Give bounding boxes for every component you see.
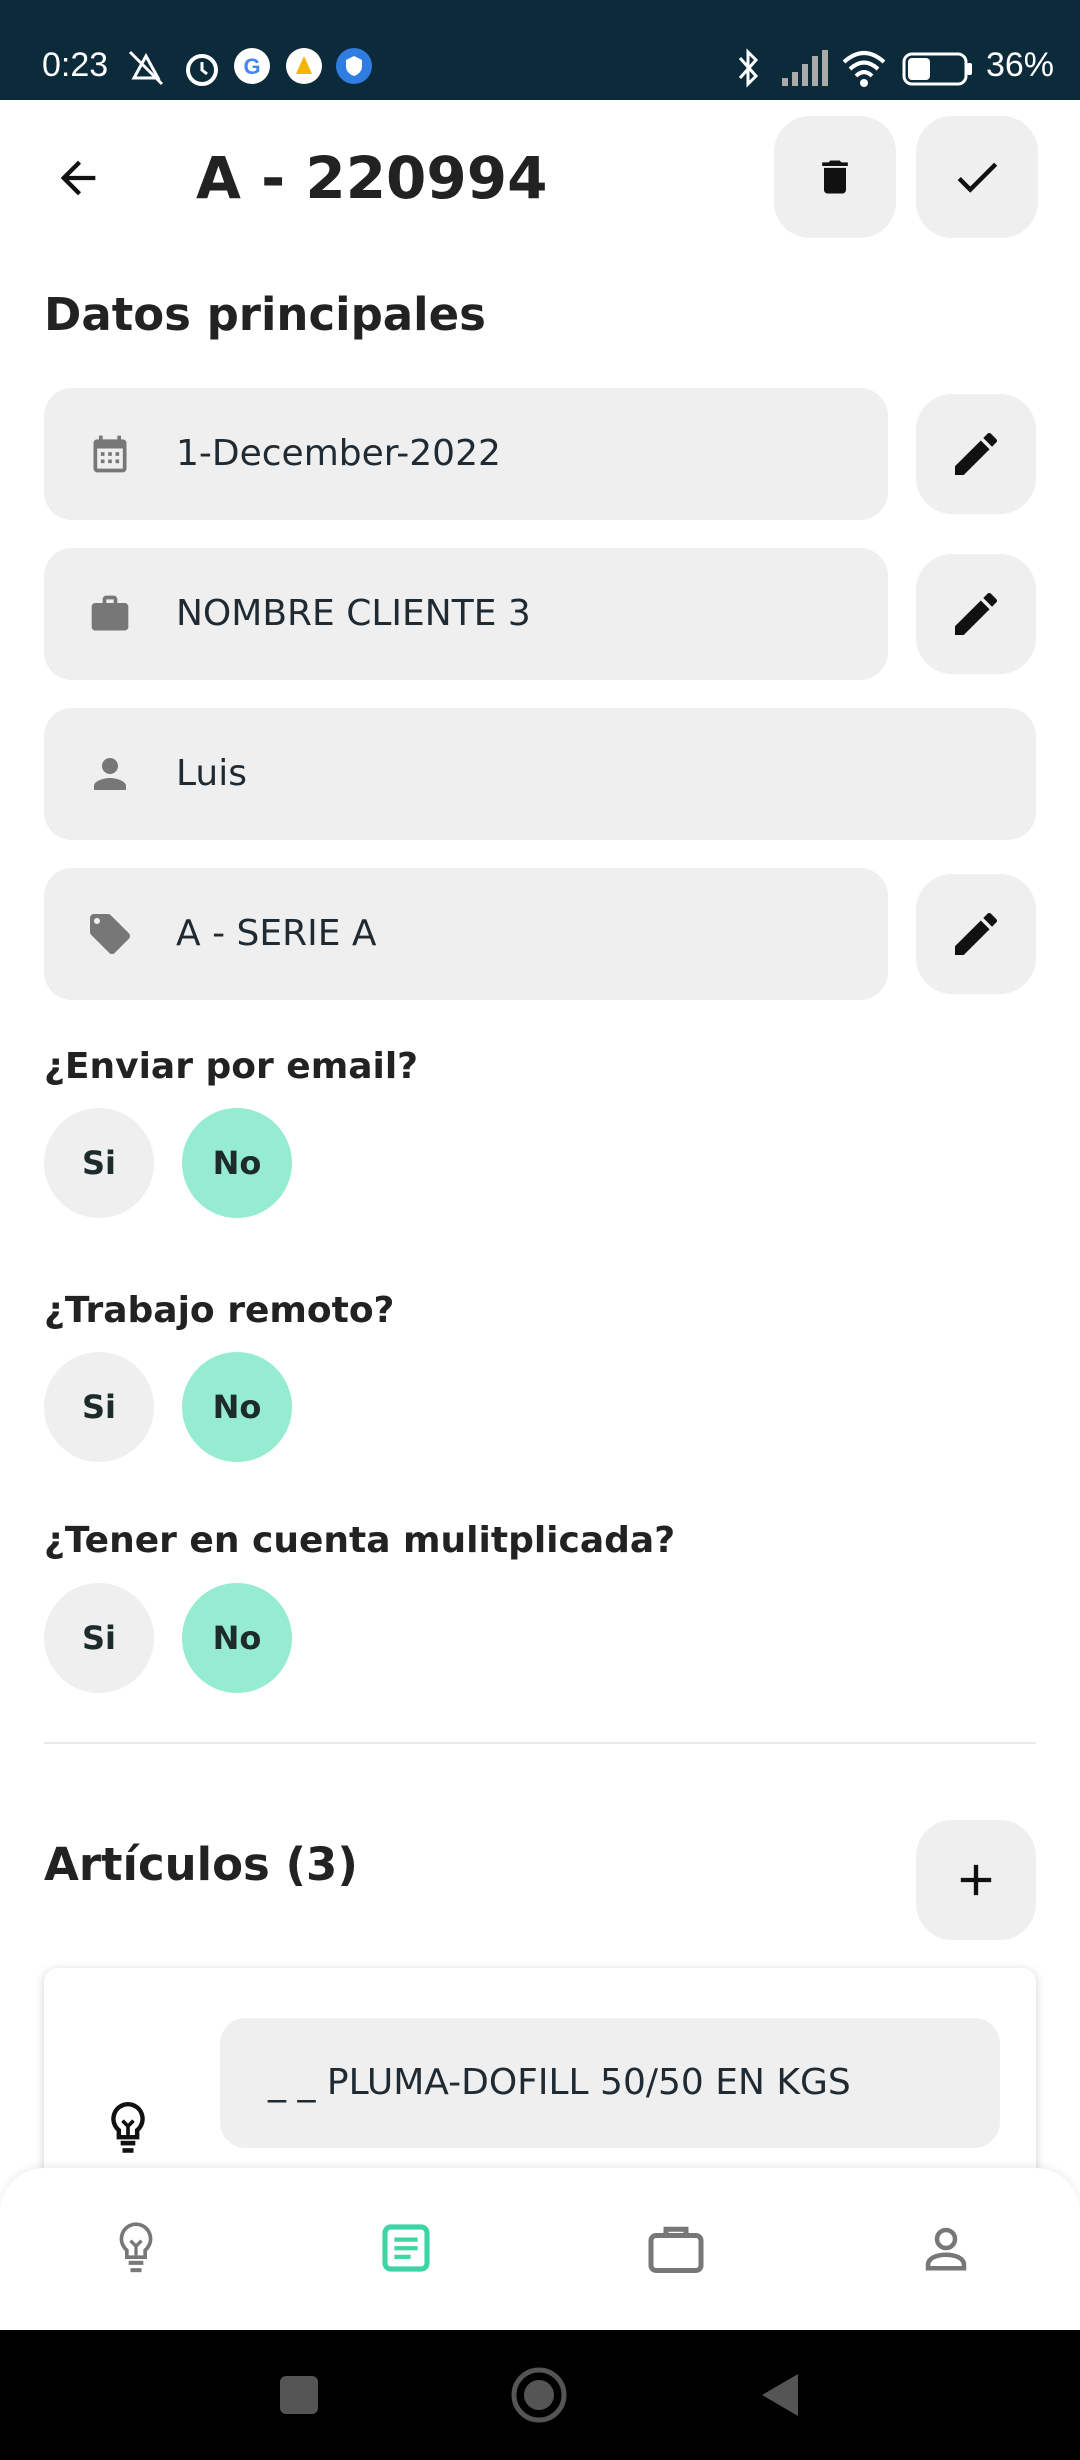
- remote-yes-button[interactable]: Si: [44, 1352, 154, 1462]
- client-field[interactable]: NOMBRE CLIENTE 3: [44, 548, 888, 680]
- date-field[interactable]: 1-December-2022: [44, 388, 888, 520]
- edit-client-button[interactable]: [916, 554, 1036, 674]
- svg-text:G: G: [243, 54, 260, 79]
- plus-icon: [960, 1864, 992, 1896]
- series-field[interactable]: A - SERIE A: [44, 868, 888, 1000]
- recents-icon[interactable]: [278, 2374, 320, 2416]
- question-multiplied-label: ¿Tener en cuenta mulitplicada?: [44, 1520, 676, 1561]
- app-notification-icon: [286, 48, 322, 84]
- back-nav-icon[interactable]: [758, 2370, 802, 2420]
- trash-icon: [822, 160, 848, 194]
- multiplied-no-button[interactable]: No: [182, 1583, 292, 1693]
- bottom-navigation: [0, 2168, 1080, 2330]
- briefcase-icon: [86, 590, 134, 638]
- briefcase-icon: [648, 2226, 704, 2273]
- confirm-button[interactable]: [916, 116, 1038, 238]
- question-remote-label: ¿Trabajo remoto?: [44, 1290, 395, 1331]
- email-no-button[interactable]: No: [182, 1108, 292, 1218]
- shield-app-icon: [336, 48, 372, 84]
- arrow-left-icon: [60, 160, 96, 196]
- system-navigation-bar: [0, 2330, 1080, 2460]
- nav-documents[interactable]: [366, 2208, 446, 2288]
- lightbulb-icon: [111, 2101, 145, 2153]
- nav-ideas[interactable]: [96, 2208, 176, 2288]
- edit-series-button[interactable]: [916, 874, 1036, 994]
- status-bar: 0:23 G 36%: [0, 0, 1080, 100]
- calendar-icon: [86, 430, 134, 478]
- main-data-title: Datos principales: [44, 288, 486, 341]
- document-list-icon: [382, 2224, 430, 2272]
- check-icon: [957, 162, 998, 193]
- status-time: 0:23: [42, 46, 109, 84]
- multiplied-yes-button[interactable]: Si: [44, 1583, 154, 1693]
- edit-date-button[interactable]: [916, 394, 1036, 514]
- delete-button[interactable]: [774, 116, 896, 238]
- bluetooth-icon: [738, 48, 759, 88]
- person-icon: [925, 2227, 967, 2271]
- user-value: Luis: [176, 753, 247, 794]
- nav-profile[interactable]: [906, 2208, 986, 2288]
- user-field: Luis: [44, 708, 1036, 840]
- email-yes-button[interactable]: Si: [44, 1108, 154, 1218]
- pencil-icon: [955, 432, 998, 475]
- google-icon: G: [234, 48, 270, 84]
- series-value: A - SERIE A: [176, 913, 377, 954]
- battery-percentage: 36%: [985, 46, 1054, 84]
- back-button[interactable]: [40, 140, 116, 216]
- mute-vibrate-icon: [128, 50, 164, 86]
- pencil-icon: [955, 592, 998, 635]
- pencil-icon: [955, 912, 998, 955]
- add-article-button[interactable]: [916, 1820, 1036, 1940]
- signal-icon: [782, 50, 828, 86]
- date-value: 1-December-2022: [176, 433, 501, 474]
- person-icon: [86, 750, 134, 798]
- nav-jobs[interactable]: [636, 2208, 716, 2288]
- tag-icon: [86, 910, 134, 958]
- question-email-label: ¿Enviar por email?: [44, 1046, 419, 1087]
- article-name[interactable]: _ _ PLUMA-DOFILL 50/50 EN KGS: [220, 2018, 1000, 2148]
- wifi-icon: [842, 51, 886, 87]
- articles-title: Artículos (3): [44, 1838, 358, 1891]
- divider: [44, 1742, 1036, 1744]
- client-value: NOMBRE CLIENTE 3: [176, 593, 531, 634]
- remote-no-button[interactable]: No: [182, 1352, 292, 1462]
- page-title: A - 220994: [196, 144, 548, 212]
- alarm-icon: [186, 54, 218, 86]
- lightbulb-icon: [119, 2222, 153, 2273]
- battery-icon: [902, 52, 972, 86]
- home-icon[interactable]: [510, 2366, 568, 2424]
